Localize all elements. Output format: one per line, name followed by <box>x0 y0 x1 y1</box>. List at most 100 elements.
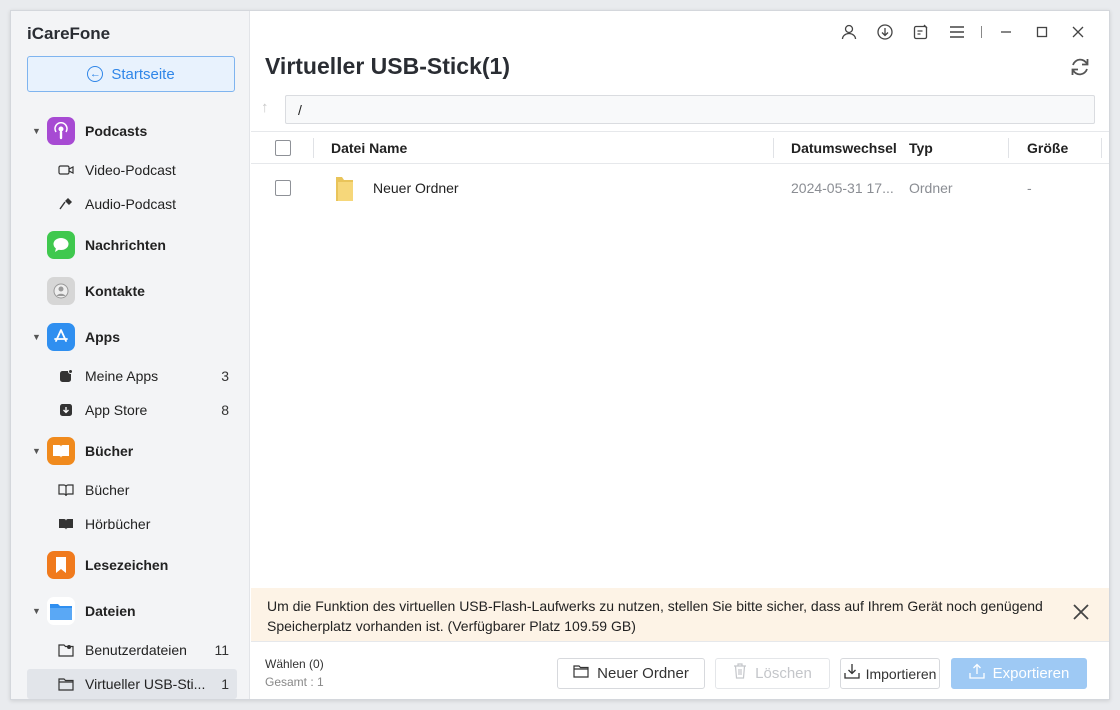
sidebar-item-label: Meine Apps <box>85 368 159 384</box>
maximize-icon[interactable] <box>1024 21 1060 43</box>
row-size: - <box>1027 180 1032 196</box>
sidebar-item-label: Virtueller USB-Sti... <box>85 676 206 692</box>
feedback-icon[interactable] <box>903 21 939 43</box>
sidebar-item-benutzerdateien[interactable]: Benutzerdateien 11 <box>27 635 237 665</box>
sidebar-item-label: App Store <box>85 402 148 418</box>
sidebar-category-podcasts[interactable]: ▼ Podcasts <box>11 114 250 148</box>
sidebar-category-lesezeichen[interactable]: Lesezeichen <box>11 548 250 582</box>
item-count: 11 <box>214 642 229 658</box>
sidebar-category-label: Kontakte <box>85 283 145 299</box>
app-title: iCareFone <box>27 24 111 43</box>
close-window-icon[interactable] <box>1060 21 1096 43</box>
home-button-label: Startseite <box>111 65 175 83</box>
expand-caret-icon[interactable]: ▼ <box>32 606 41 616</box>
sidebar-item-label: Audio-Podcast <box>85 196 177 212</box>
sidebar: iCareFone ← Startseite ▼ Podcasts Video-… <box>11 11 250 699</box>
expand-caret-icon[interactable]: ▼ <box>32 446 41 456</box>
total-count: Gesamt : 1 <box>265 675 324 689</box>
titlebar-divider <box>981 26 982 38</box>
delete-button[interactable]: Löschen <box>715 658 830 689</box>
contact-icon <box>47 277 75 305</box>
export-button[interactable]: Exportieren <box>951 658 1087 689</box>
column-header-date[interactable]: Datumswechsel <box>791 132 901 163</box>
download-icon[interactable] <box>867 21 903 43</box>
refresh-icon[interactable] <box>1068 55 1092 79</box>
column-divider <box>313 138 314 158</box>
sidebar-item-app-store[interactable]: App Store 8 <box>27 395 237 425</box>
item-count: 1 <box>221 676 229 692</box>
page-title: Virtueller USB-Stick(1) <box>265 53 510 79</box>
item-count: 8 <box>221 402 229 418</box>
back-arrow-icon: ← <box>87 66 104 82</box>
sidebar-category-buecher[interactable]: ▼ Bücher <box>11 434 250 468</box>
audiobook-icon <box>58 516 74 532</box>
user-account-icon[interactable] <box>831 21 867 43</box>
sidebar-category-nachrichten[interactable]: Nachrichten <box>11 228 250 262</box>
import-button[interactable]: Importieren <box>840 658 940 689</box>
close-icon[interactable] <box>1070 602 1092 624</box>
sidebar-item-virtueller-usb-stick[interactable]: Virtueller USB-Sti... 1 <box>27 669 237 699</box>
book-outline-icon <box>58 482 74 498</box>
titlebar-controls <box>831 21 1096 43</box>
path-field[interactable]: / <box>285 95 1095 124</box>
sidebar-category-apps[interactable]: ▼ Apps <box>11 320 250 354</box>
new-folder-button[interactable]: Neuer Ordner <box>557 658 705 689</box>
column-header-type[interactable]: Typ <box>909 132 933 163</box>
row-checkbox[interactable] <box>275 180 291 196</box>
sidebar-category-label: Podcasts <box>85 123 148 139</box>
row-date: 2024-05-31 17... <box>791 180 894 196</box>
folder-outline-icon <box>573 664 589 683</box>
trash-icon <box>733 663 747 684</box>
column-header-name[interactable]: Datei Name <box>331 132 407 163</box>
app-window: iCareFone ← Startseite ▼ Podcasts Video-… <box>10 10 1110 700</box>
video-camera-icon <box>58 162 74 178</box>
row-type: Ordner <box>909 180 953 196</box>
sidebar-item-meine-apps[interactable]: Meine Apps 3 <box>27 361 237 391</box>
import-label: Importieren <box>865 665 937 682</box>
sidebar-item-buecher[interactable]: Bücher <box>27 475 237 505</box>
column-divider <box>1008 138 1009 158</box>
new-folder-label: Neuer Ordner <box>597 665 689 682</box>
book-open-icon <box>47 437 75 465</box>
sidebar-item-label: Hörbücher <box>85 516 151 532</box>
menu-icon[interactable] <box>939 21 975 43</box>
home-button[interactable]: ← Startseite <box>27 56 235 92</box>
expand-caret-icon[interactable]: ▼ <box>32 332 41 342</box>
table-header: Datei Name Datumswechsel Typ Größe <box>251 131 1109 164</box>
sidebar-category-dateien[interactable]: ▼ Dateien <box>11 594 250 628</box>
expand-caret-icon[interactable]: ▼ <box>32 126 41 136</box>
folder-outline-icon <box>58 676 74 692</box>
sidebar-item-label: Benutzerdateien <box>85 642 187 658</box>
row-file-name: Neuer Ordner <box>373 180 459 196</box>
column-divider <box>773 138 774 158</box>
microphone-icon <box>58 196 74 212</box>
storage-notice: Um die Funktion des virtuellen USB-Flash… <box>251 588 1109 641</box>
download-box-icon <box>58 402 74 418</box>
notice-text: Um die Funktion des virtuellen USB-Flash… <box>267 598 1043 634</box>
minimize-icon[interactable] <box>988 21 1024 43</box>
sidebar-item-label: Bücher <box>85 482 130 498</box>
select-all-checkbox[interactable] <box>275 140 291 156</box>
delete-label: Löschen <box>755 665 812 682</box>
message-bubble-icon <box>47 231 75 259</box>
sidebar-item-audio-podcast[interactable]: Audio-Podcast <box>27 189 237 219</box>
sidebar-category-label: Bücher <box>85 443 134 459</box>
sidebar-item-label: Video-Podcast <box>85 162 176 178</box>
export-label: Exportieren <box>992 665 1070 682</box>
table-row[interactable]: Neuer Ordner 2024-05-31 17... Ordner - <box>251 168 1109 208</box>
sidebar-item-video-podcast[interactable]: Video-Podcast <box>27 155 237 185</box>
export-icon <box>968 663 985 684</box>
user-folder-icon <box>58 642 74 658</box>
sidebar-category-label: Lesezeichen <box>85 557 169 573</box>
selection-count: Wählen (0) <box>265 657 324 671</box>
folder-icon <box>47 597 75 625</box>
bookmark-icon <box>47 551 75 579</box>
item-count: 3 <box>221 368 229 384</box>
column-header-size[interactable]: Größe <box>1027 132 1068 163</box>
column-divider <box>1101 138 1102 158</box>
sidebar-item-hoerbuecher[interactable]: Hörbücher <box>27 509 237 539</box>
up-directory-icon[interactable]: ↑ <box>261 99 269 116</box>
sidebar-category-label: Dateien <box>85 603 136 619</box>
sidebar-category-kontakte[interactable]: Kontakte <box>11 274 250 308</box>
sidebar-category-label: Apps <box>85 329 120 345</box>
